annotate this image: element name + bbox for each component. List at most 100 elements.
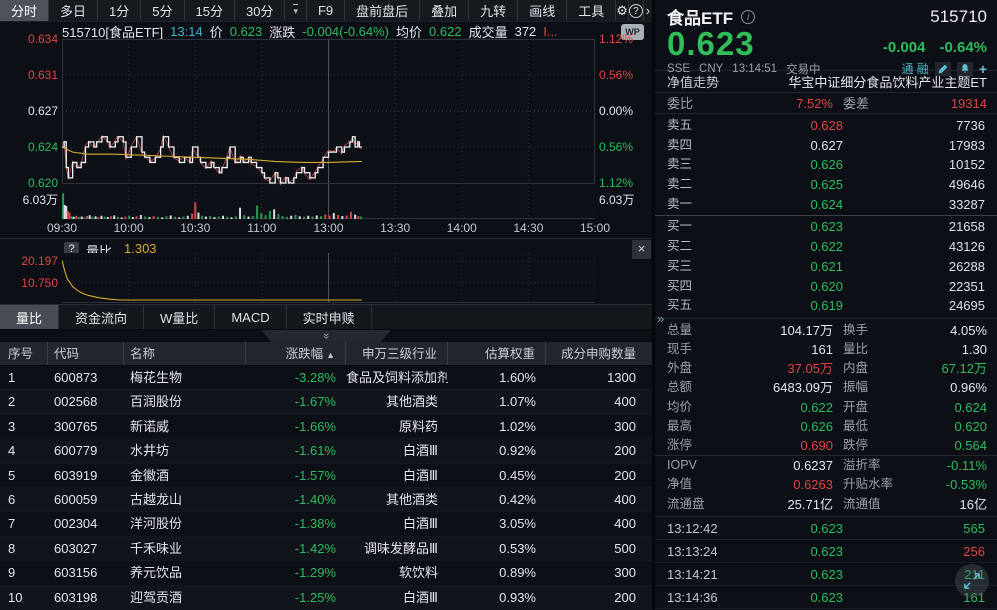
table-header-cell[interactable]: 代码 xyxy=(48,342,124,365)
indicator-tab-W量比[interactable]: W量比 xyxy=(144,305,215,329)
table-body[interactable]: 1600873梅花生物-3.28%食品及饲料添加剂1.60%1300200256… xyxy=(0,366,652,610)
bid-label: 买三 xyxy=(667,257,723,277)
indicator-tab-资金流向[interactable]: 资金流向 xyxy=(59,305,144,329)
stat-value: 104.17万 xyxy=(725,321,833,340)
ask-row[interactable]: 卖四0.62717983 xyxy=(655,136,997,156)
ask-row[interactable]: 卖二0.62549646 xyxy=(655,175,997,195)
table-row[interactable]: 6600059古越龙山-1.40%其他酒类0.42%400 xyxy=(0,488,652,512)
tick-volume: 565 xyxy=(843,517,985,540)
stat-value: 0.624 xyxy=(931,398,987,417)
alert-button[interactable] xyxy=(957,62,973,76)
indicator-tab-实时申赎[interactable]: 实时申赎 xyxy=(287,305,372,329)
add-button[interactable]: + xyxy=(979,62,987,76)
table-cell: -1.40% xyxy=(246,488,346,511)
table-row[interactable]: 3300765新诺威-1.66%原料药1.02%300 xyxy=(0,415,652,439)
stat-value: 0.620 xyxy=(931,417,987,436)
info-icon[interactable]: i xyxy=(741,10,755,24)
ask-row[interactable]: 卖三0.62610152 xyxy=(655,155,997,175)
table-header-cell[interactable]: 成分申购数量 xyxy=(546,342,652,365)
tick-price: 0.623 xyxy=(737,586,843,609)
tab-1分[interactable]: 1分 xyxy=(98,0,141,21)
bid-row[interactable]: 买五0.61924695 xyxy=(655,296,997,316)
stat-value: -0.53% xyxy=(931,475,987,494)
period-dropdown[interactable]: ▾ xyxy=(285,0,307,21)
table-cell: 洋河股份 xyxy=(124,512,246,535)
fullscreen-button[interactable] xyxy=(955,564,989,598)
tick-row: 13:14:360.623161 xyxy=(655,586,997,609)
bid-row[interactable]: 买四0.62022351 xyxy=(655,277,997,297)
table-row[interactable]: 2002568百润股份-1.67%其他酒类1.07%400 xyxy=(0,390,652,414)
minute-chart[interactable] xyxy=(62,39,595,219)
menu-item-叠加[interactable]: 叠加 xyxy=(420,0,469,21)
table-cell: 百润股份 xyxy=(124,390,246,413)
menu-item-盘前盘后[interactable]: 盘前盘后 xyxy=(345,0,420,21)
table-cell: 1 xyxy=(0,366,48,389)
collapse-handle[interactable]: » xyxy=(261,330,391,342)
weicha-value: 19314 xyxy=(929,93,987,114)
stat-value: 1.30 xyxy=(931,340,987,359)
tab-多日[interactable]: 多日 xyxy=(49,0,98,21)
table-cell: 500 xyxy=(546,537,652,560)
table-cell: 5 xyxy=(0,464,48,487)
stat-value: 0.96% xyxy=(931,378,987,397)
menu-item-工具[interactable]: 工具 xyxy=(567,0,616,21)
indicator-tab-量比[interactable]: 量比 xyxy=(0,305,59,329)
volume-axis-label: 6.03万 xyxy=(0,193,58,207)
edit-button[interactable] xyxy=(935,62,951,76)
table-row[interactable]: 10603198迎驾贡酒-1.25%白酒Ⅲ0.93%200 xyxy=(0,586,652,610)
tick-list[interactable]: 13:12:420.62356513:13:240.62325613:14:21… xyxy=(655,517,997,609)
currency-label: CNY xyxy=(699,63,723,75)
commission-row: 委比 7.52% 委差 19314 xyxy=(655,93,997,114)
tab-15分[interactable]: 15分 xyxy=(185,0,235,21)
table-header-row: 序号代码名称涨跌幅▲申万三级行业估算权重成分申购数量 xyxy=(0,342,652,366)
help-button[interactable]: ? xyxy=(629,0,644,21)
indicator-close-button[interactable]: × xyxy=(632,240,651,259)
instrument-code: 515710 xyxy=(930,7,987,27)
tick-time: 13:13:24 xyxy=(667,540,737,563)
tab-分时[interactable]: 分时 xyxy=(0,0,49,21)
quote-time: 13:14:51 xyxy=(732,63,777,75)
table-row[interactable]: 9603156养元饮品-1.29%软饮料0.89%300 xyxy=(0,561,652,585)
table-cell: 原料药 xyxy=(346,415,448,438)
menu-item-画线[interactable]: 画线 xyxy=(518,0,567,21)
y-axis-label: 0.620 xyxy=(0,176,58,190)
table-cell: 600779 xyxy=(48,439,124,462)
menu-item-F9[interactable]: F9 xyxy=(307,0,345,21)
ask-row[interactable]: 卖五0.6287736 xyxy=(655,116,997,136)
tab-30分[interactable]: 30分 xyxy=(235,0,285,21)
table-header-cell[interactable]: 涨跌幅▲ xyxy=(246,342,346,365)
indicator-tabs: 量比资金流向W量比MACD实时申赎 xyxy=(0,304,652,330)
ask-row[interactable]: 卖一0.62433287 xyxy=(655,195,997,215)
bid-row[interactable]: 买二0.62243126 xyxy=(655,237,997,257)
table-header-cell[interactable]: 序号 xyxy=(0,342,48,365)
stat-row: 总额6483.09万振幅0.96% xyxy=(655,378,997,397)
bid-row[interactable]: 买一0.62321658 xyxy=(655,217,997,237)
table-header-cell[interactable]: 估算权重 xyxy=(448,342,546,365)
stat-label: 总额 xyxy=(667,378,725,397)
table-header-cell[interactable]: 申万三级行业 xyxy=(346,342,448,365)
volume-value: 372 xyxy=(515,24,537,39)
stat-label: 均价 xyxy=(667,398,725,417)
expand-panel-icon[interactable]: » xyxy=(657,311,664,326)
ask-volume: 7736 xyxy=(843,116,985,136)
more-button[interactable]: › xyxy=(644,0,652,21)
volume-ratio-chart[interactable] xyxy=(62,253,595,303)
table-cell: 200 xyxy=(546,586,652,609)
table-row[interactable]: 8603027千禾味业-1.42%调味发酵品Ⅲ0.53%500 xyxy=(0,537,652,561)
menu-item-九转[interactable]: 九转 xyxy=(469,0,518,21)
tab-5分[interactable]: 5分 xyxy=(141,0,184,21)
table-row[interactable]: 4600779水井坊-1.61%白酒Ⅲ0.92%200 xyxy=(0,439,652,463)
stat-value: 0.690 xyxy=(725,436,833,455)
table-cell: 400 xyxy=(546,512,652,535)
table-cell: 1300 xyxy=(546,366,652,389)
indicator-tab-MACD[interactable]: MACD xyxy=(215,305,286,329)
stat-label: 外盘 xyxy=(667,359,725,378)
bid-row[interactable]: 买三0.62126288 xyxy=(655,257,997,277)
table-row[interactable]: 5603919金徽酒-1.57%白酒Ⅲ0.45%200 xyxy=(0,464,652,488)
table-header-cell[interactable]: 名称 xyxy=(124,342,246,365)
stat-label: 现手 xyxy=(667,340,725,359)
table-row[interactable]: 1600873梅花生物-3.28%食品及饲料添加剂1.60%1300 xyxy=(0,366,652,390)
stat-label: 净值 xyxy=(667,475,725,494)
table-row[interactable]: 7002304洋河股份-1.38%白酒Ⅲ3.05%400 xyxy=(0,512,652,536)
settings-button[interactable]: ⚙ xyxy=(616,0,629,21)
